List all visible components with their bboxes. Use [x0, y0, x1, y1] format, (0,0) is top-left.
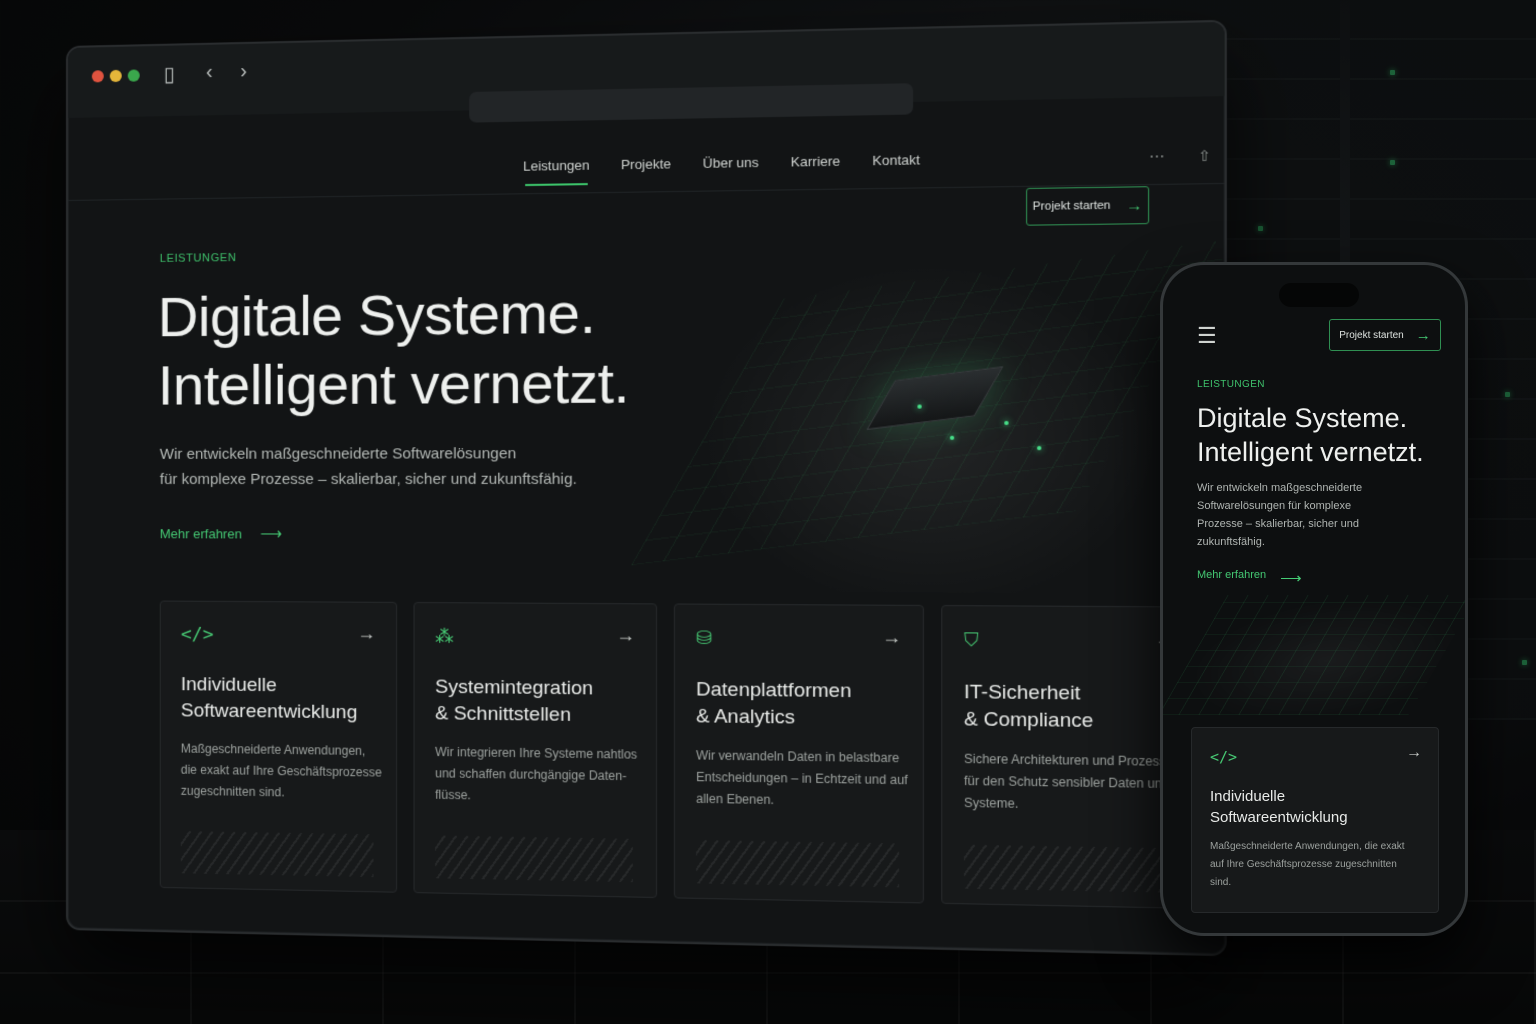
phone-card-title: Individuelle Softwareentwicklung	[1210, 786, 1410, 828]
phone-headline-line1: Digitale Systeme.	[1197, 401, 1424, 435]
phone-start-project-label: Projekt starten	[1339, 330, 1403, 341]
card-description: Maßgeschneiderte Anwendungen, die exakt …	[181, 738, 384, 805]
nav-item-karriere[interactable]: Karriere	[791, 153, 840, 182]
phone-card-description: Maßgeschneiderte Anwendungen, die exakt …	[1210, 838, 1410, 892]
card-title: Datenplattformen & Analytics	[696, 677, 910, 733]
card-title-line1: Individuelle	[181, 672, 384, 700]
shield-icon: ⛉	[964, 629, 979, 651]
code-icon: </>	[1210, 748, 1237, 766]
main-nav: Leistungen Projekte Über uns Karriere Ko…	[523, 152, 920, 186]
database-icon: ⛁	[696, 627, 712, 649]
rack-led	[1505, 392, 1510, 397]
rack-led	[1390, 160, 1395, 165]
card-title-line1: Systemintegration	[435, 674, 643, 703]
card-description: Wir verwandeln Daten in belastbare Entsc…	[696, 745, 910, 813]
nav-item-projekte[interactable]: Projekte	[621, 156, 671, 185]
phone-dynamic-island	[1279, 283, 1359, 307]
card-title: Individuelle Softwareentwicklung	[181, 672, 384, 727]
hero-headline: Digitale Systeme. Intelligent vernetzt.	[158, 278, 629, 420]
code-icon: </>	[181, 624, 214, 645]
forward-icon[interactable]: ›	[240, 60, 247, 83]
card-hatch-decoration	[964, 845, 1172, 893]
maximize-window-dot[interactable]	[128, 69, 140, 81]
phone-hero-lead: Wir entwickeln maßgeschneiderte Software…	[1197, 479, 1387, 551]
learn-more-link[interactable]: Mehr erfahren ⟶	[160, 524, 282, 542]
arrow-right-icon: →	[1416, 327, 1431, 344]
phone-headline-line2: Intelligent vernetzt.	[1197, 435, 1424, 469]
card-title-line2: & Schnittstellen	[435, 701, 643, 730]
nav-item-leistungen[interactable]: Leistungen	[523, 157, 589, 186]
circuit-illustration	[682, 245, 1180, 594]
learn-more-label: Mehr erfahren	[160, 526, 242, 541]
service-card-data[interactable]: ⛁ → Datenplattformen & Analytics Wir ver…	[674, 603, 924, 903]
arrow-right-icon: ⟶	[1280, 569, 1302, 587]
phone-start-project-button[interactable]: Projekt starten →	[1329, 319, 1441, 351]
section-eyebrow: LEISTUNGEN	[160, 252, 237, 265]
hero-lead: Wir entwickeln maßgeschneiderte Software…	[160, 441, 590, 492]
service-cards: </> → Individuelle Softwareentwicklung M…	[160, 601, 1198, 910]
share-icon[interactable]: ⇧	[1198, 147, 1215, 165]
card-title-line2: & Analytics	[696, 704, 910, 733]
phone-card-title-line1: Individuelle	[1210, 786, 1410, 807]
phone-section-eyebrow: LEISTUNGEN	[1197, 379, 1265, 390]
card-hatch-decoration	[696, 840, 899, 887]
phone-learn-more-link[interactable]: Mehr erfahren ⟶	[1197, 569, 1302, 587]
hero-lead-line2: für komplexe Prozesse – skalierbar, sich…	[160, 466, 590, 492]
arrow-right-icon: →	[882, 627, 901, 649]
card-description: Wir integrieren Ihre Systeme nahtlos und…	[435, 742, 643, 810]
start-project-label: Projekt starten	[1033, 199, 1111, 213]
nav-item-kontakt[interactable]: Kontakt	[872, 152, 920, 181]
phone-card-title-line2: Softwareentwicklung	[1210, 807, 1410, 828]
close-window-dot[interactable]	[92, 70, 104, 82]
phone-service-card-software[interactable]: </> → Individuelle Softwareentwicklung M…	[1191, 727, 1439, 913]
phone-circuit-illustration	[1160, 595, 1468, 715]
minimize-window-dot[interactable]	[110, 70, 122, 82]
circuit-light	[917, 404, 921, 408]
card-title: Systemintegration & Schnittstellen	[435, 674, 643, 729]
phone-hero-headline: Digitale Systeme. Intelligent vernetzt.	[1197, 401, 1424, 469]
sidebar-toggle-icon[interactable]: ▯	[164, 62, 175, 87]
browser-window: ▯ ‹ › ⋯ ⇧ Leistungen Projekte Über uns K…	[66, 20, 1227, 957]
hero-lead-line1: Wir entwickeln maßgeschneiderte Software…	[160, 441, 590, 467]
rack-led	[1258, 226, 1263, 231]
service-card-integration[interactable]: ⁂ → Systemintegration & Schnittstellen W…	[414, 602, 658, 898]
card-title-line1: Datenplattformen	[696, 677, 910, 706]
phone-learn-more-label: Mehr erfahren	[1197, 569, 1266, 587]
arrow-right-icon: ⟶	[260, 524, 282, 542]
arrow-right-icon: →	[357, 623, 375, 644]
card-title-line2: & Compliance	[964, 707, 1183, 737]
card-title-line1: IT-Sicherheit	[964, 679, 1183, 709]
hero-headline-line1: Digitale Systeme.	[158, 278, 629, 351]
circuit-light	[1004, 421, 1008, 425]
arrow-right-icon: →	[1126, 196, 1143, 214]
service-card-software[interactable]: </> → Individuelle Softwareentwicklung M…	[160, 601, 397, 893]
arrow-right-icon: →	[1406, 744, 1422, 762]
circuit-light	[950, 436, 954, 440]
hero-headline-line2: Intelligent vernetzt.	[158, 348, 629, 420]
card-description: Sichere Architekturen und Prozesse für d…	[964, 748, 1183, 817]
arrow-right-icon: →	[616, 625, 635, 647]
rack-led	[1390, 70, 1395, 75]
toolbar-more-icon[interactable]: ⋯	[1149, 148, 1169, 166]
phone-mockup: ☰ Projekt starten → LEISTUNGEN Digitale …	[1160, 262, 1468, 936]
rack-led	[1522, 660, 1527, 665]
card-title-line2: Softwareentwicklung	[181, 698, 384, 727]
network-icon: ⁂	[435, 626, 454, 648]
nav-item-ueber-uns[interactable]: Über uns	[703, 155, 759, 184]
circuit-light	[1037, 446, 1041, 450]
back-icon[interactable]: ‹	[206, 61, 213, 84]
card-title: IT-Sicherheit & Compliance	[964, 679, 1183, 736]
card-hatch-decoration	[435, 835, 633, 882]
hamburger-menu-icon[interactable]: ☰	[1197, 323, 1217, 349]
card-hatch-decoration	[181, 831, 374, 877]
start-project-button[interactable]: Projekt starten →	[1026, 186, 1149, 226]
